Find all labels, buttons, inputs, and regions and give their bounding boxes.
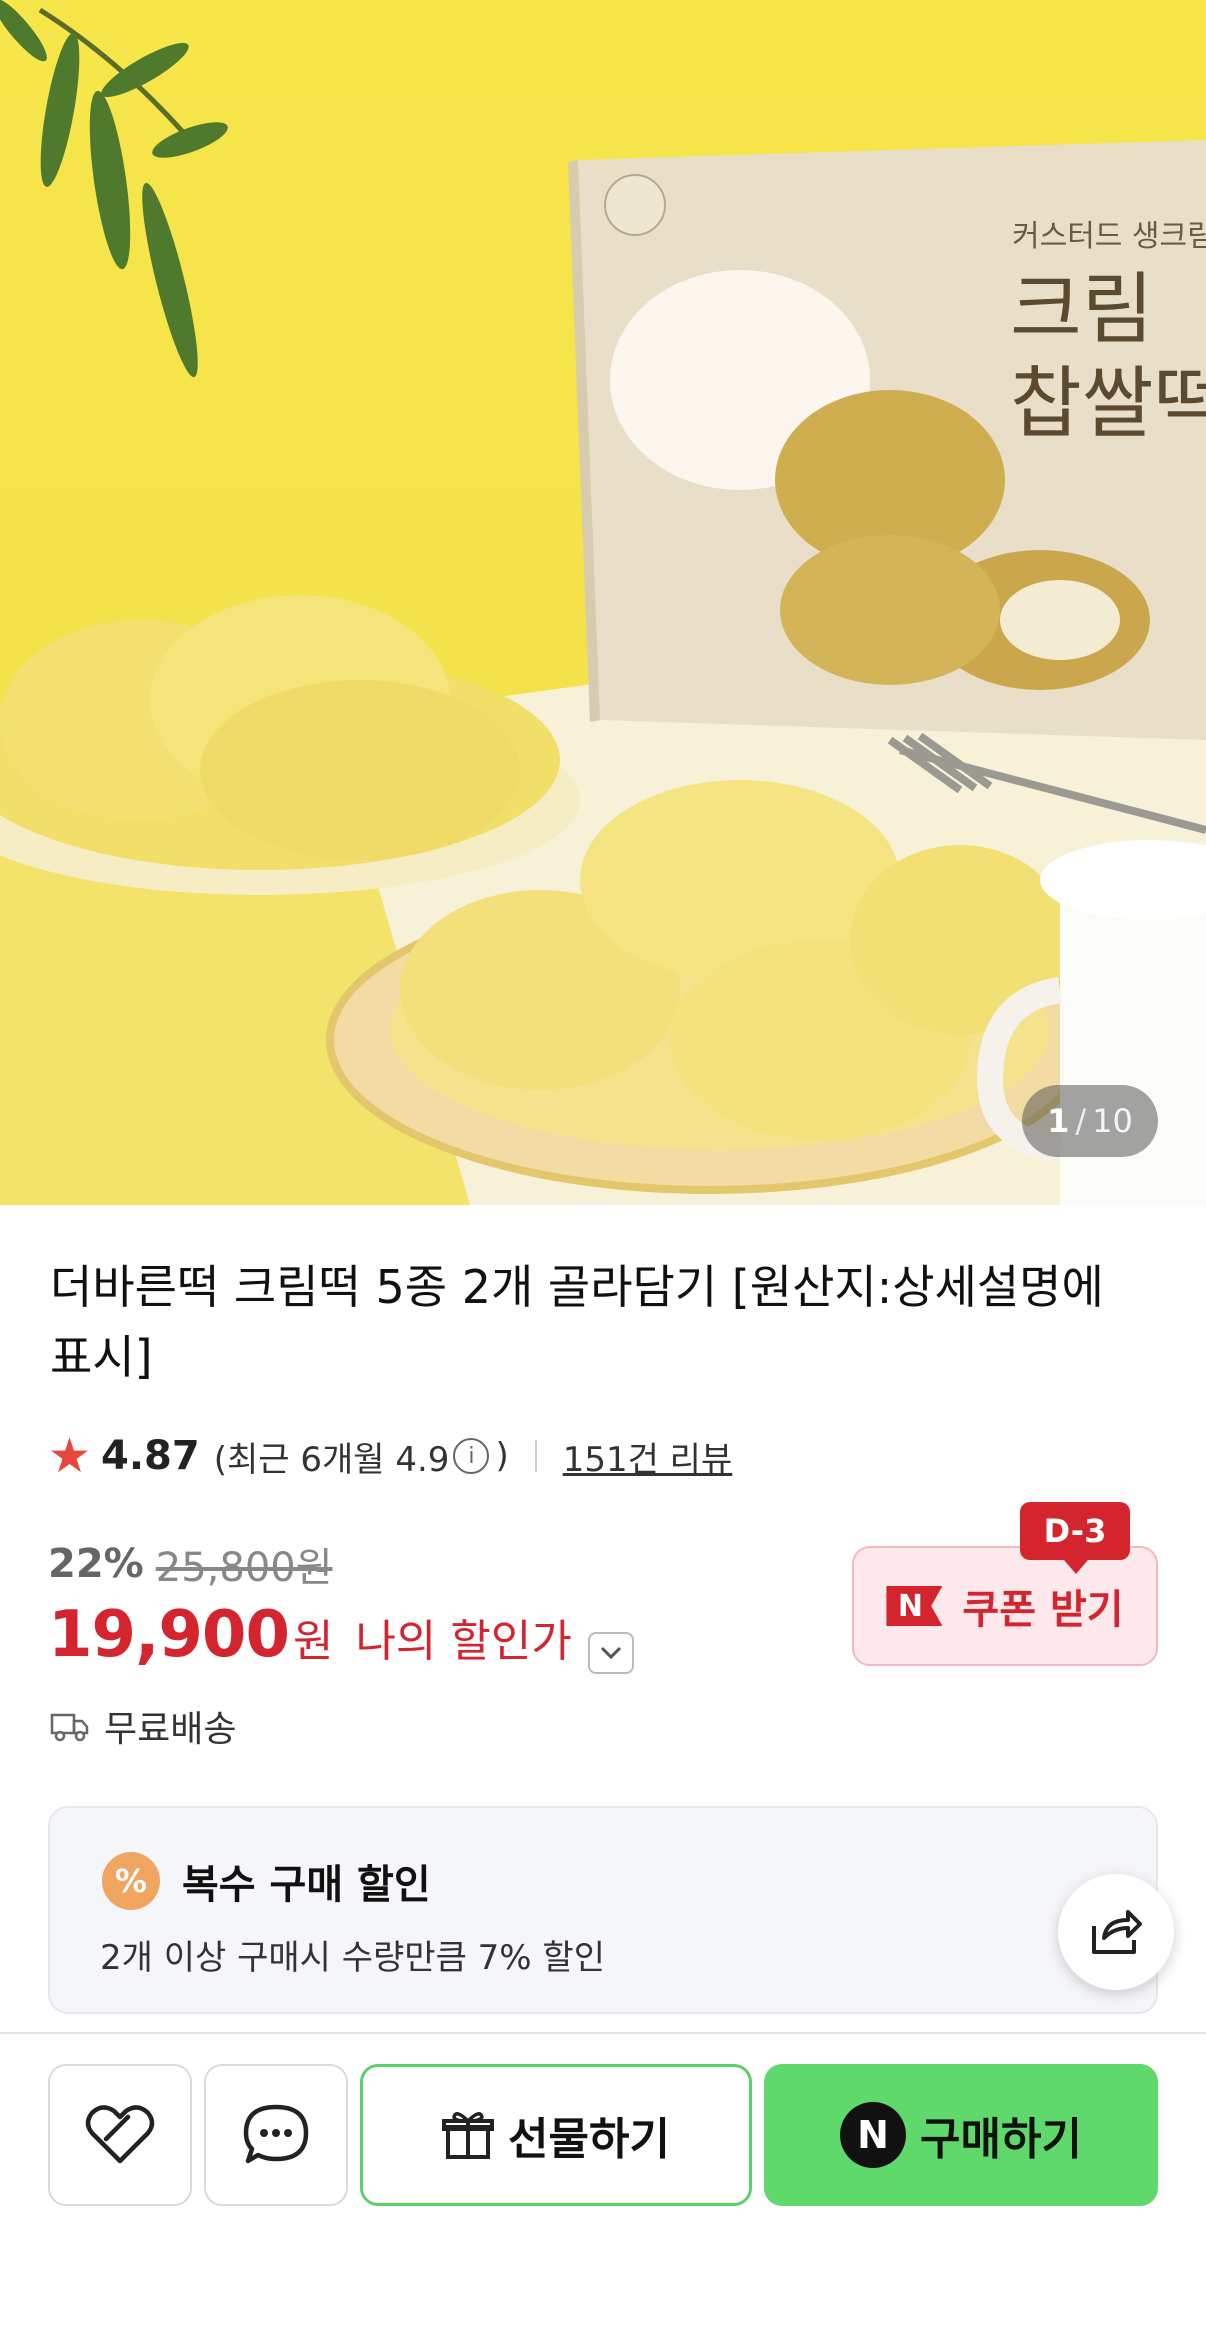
coupon-deadline-badge: D-3 [1020,1502,1130,1574]
multi-buy-description: 2개 이상 구매시 수량만큼 7% 할인 [100,1938,605,1978]
sale-price: 19,900 [48,1598,290,1672]
image-counter-total: 10 [1092,1102,1133,1140]
chat-bubble-icon [243,2104,309,2164]
price-unit: 원 [292,1616,334,1667]
rating-row: ★ 4.87 (최근 6개월 4.9 i ) 151건 리뷰 [48,1428,732,1484]
image-counter-current: 1 [1047,1102,1070,1140]
image-counter-separator: / [1075,1102,1087,1140]
chat-button[interactable] [204,2064,348,2206]
bottom-bar-divider [0,2032,1206,2034]
share-button[interactable] [1058,1874,1174,1990]
buy-button[interactable]: N 구매하기 [764,2064,1158,2206]
buy-label: 구매하기 [920,2114,1082,2165]
gift-label: 선물하기 [508,2114,670,2165]
leaf-decoration [0,0,228,378]
truck-icon [50,1713,89,1742]
naver-n-icon: N [840,2102,907,2168]
shipping-info: 무료배송 [50,1700,236,1752]
gift-button[interactable]: 선물하기 [360,2064,752,2206]
discount-percent: 22% [48,1541,144,1587]
like-button[interactable] [48,2064,192,2206]
product-title: 더바른떡 크림떡 5종 2개 골라담기 [원산지:상세설명에 표시] [50,1260,1104,1384]
price-row: 19,900 원 나의 할인가 [48,1598,634,1674]
percent-badge-icon: % [102,1852,160,1910]
info-icon[interactable]: i [453,1438,490,1474]
gift-icon [442,2112,495,2159]
recent-rating[interactable]: (최근 6개월 4.9 i ) [214,1432,509,1481]
reviews-link[interactable]: 151건 리뷰 [563,1432,733,1481]
recent-rating-close: ) [495,1436,509,1476]
share-icon [1092,1910,1142,1954]
left-plate [0,595,580,895]
chevron-down-icon[interactable] [587,1632,634,1674]
product-image-carousel[interactable]: 커스터드 생크림이 크림 찹쌀떡 [0,0,1206,1205]
naver-n-icon: N [886,1586,943,1626]
coupon-button[interactable]: N 쿠폰 받기 [852,1546,1158,1666]
multi-buy-discount-card[interactable]: % 복수 구매 할인 2개 이상 구매시 수량만큼 7% 할인 [48,1806,1158,2014]
star-icon: ★ [48,1428,92,1484]
discount-row: 22% 25,800원 [48,1535,333,1593]
multi-buy-header: % 복수 구매 할인 [102,1852,431,1910]
original-price: 25,800원 [155,1545,333,1591]
product-photo: 커스터드 생크림이 크림 찹쌀떡 [0,0,1206,1205]
divider [534,1440,537,1472]
recent-rating-text: (최근 6개월 4.9 [213,1439,450,1480]
product-box: 커스터드 생크림이 크림 찹쌀떡 [568,140,1206,740]
multi-buy-title: 복수 구매 할인 [182,1862,431,1908]
svg-text:크림: 크림 [1010,265,1154,355]
svg-text:커스터드 생크림이: 커스터드 생크림이 [1012,219,1206,254]
my-discount-label[interactable]: 나의 할인가 [355,1605,571,1669]
rating-score: 4.87 [101,1433,200,1479]
coupon-label: 쿠폰 받기 [962,1587,1124,1633]
shipping-label: 무료배송 [104,1709,237,1750]
heart-icon [85,2105,155,2164]
image-counter: 1 / 10 [1022,1085,1158,1157]
svg-text:찹쌀떡: 찹쌀떡 [1010,359,1206,449]
